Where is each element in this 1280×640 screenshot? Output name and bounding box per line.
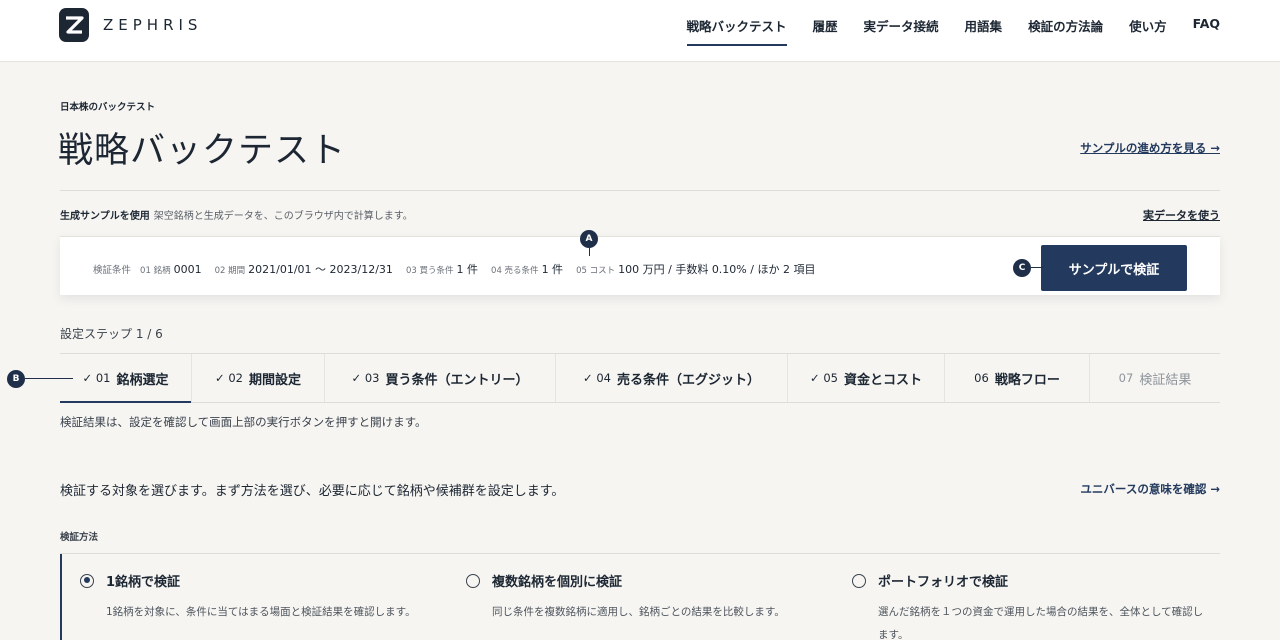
universe-info-link[interactable]: ユニバースの意味を確認 →: [1080, 481, 1220, 497]
radio-icon[interactable]: [852, 573, 866, 588]
method-label: 検証方法: [60, 532, 99, 543]
check-icon: ✓: [810, 371, 820, 385]
main-nav: 戦略バックテスト 履歴 実データ接続 用語集 検証の方法論 使い方 FAQ: [686, 16, 1220, 46]
radio-icon[interactable]: [466, 573, 480, 588]
tab-title: 銘柄選定: [116, 372, 169, 388]
tab-buy-conditions[interactable]: ✓ 03 買う条件（エントリー）: [325, 354, 556, 402]
brand-logo[interactable]: ZEPHRIS: [59, 8, 202, 42]
method-title: 1銘柄で検証: [106, 575, 181, 590]
cond-sell-value: 1 件: [541, 263, 564, 276]
tab-strategy-flow[interactable]: 06 戦略フロー: [945, 354, 1090, 402]
tab-title: 期間設定: [248, 372, 301, 388]
method-multi-stock[interactable]: 複数銘柄を個別に検証 同じ条件を複数銘柄に適用し、銘柄ごとの結果を比較します。: [448, 554, 834, 640]
top-bar: ZEPHRIS 戦略バックテスト 履歴 実データ接続 用語集 検証の方法論 使い…: [0, 0, 1280, 62]
zephris-logo-icon: [59, 8, 89, 42]
nav-howto[interactable]: 使い方: [1129, 16, 1167, 46]
method-body: 1銘柄を対象に、条件に当てはまる場面と検証結果を確認します。: [106, 606, 416, 618]
method-title: ポートフォリオで検証: [878, 575, 1009, 590]
nav-realdata[interactable]: 実データ接続: [864, 16, 939, 46]
check-icon: ✓: [351, 371, 362, 385]
tab-number: 04: [596, 371, 611, 385]
annotation-badge-a: A: [580, 230, 598, 248]
method-body: 選んだ銘柄を１つの資金で運用した場合の結果を、全体として確認します。: [878, 606, 1204, 640]
nav-history[interactable]: 履歴: [813, 16, 838, 46]
data-mode-description: 架空銘柄と生成データを、このブラウザ内で計算します。: [153, 211, 413, 222]
use-real-data-link[interactable]: 実データを使う: [1143, 207, 1220, 223]
conditions-line: 検証条件 01 銘柄 0001 02 期間 2021/01/01 〜 2023/12…: [93, 261, 815, 277]
tab-number: 03: [364, 371, 380, 385]
cond-stock-key: 01 銘柄: [140, 266, 171, 276]
tab-results: 07 検証結果: [1090, 354, 1220, 402]
annotation-badge-c: C: [1013, 259, 1031, 277]
method-single-stock[interactable]: 1銘柄で検証 1銘柄を対象に、条件に当てはまる場面と検証結果を確認します。: [60, 554, 448, 640]
sample-guide-link[interactable]: サンプルの進め方を見る →: [1080, 140, 1220, 156]
annotation-line-c: [1031, 267, 1043, 268]
section-description: 検証する対象を選びます。まず方法を選び、必要に応じて銘柄や候補群を設定します。: [60, 484, 565, 499]
annotation-tick-a: [589, 248, 590, 256]
conditions-title: 検証条件: [93, 265, 132, 276]
cond-buy-value: 1 件: [456, 263, 479, 276]
nav-backtest[interactable]: 戦略バックテスト: [686, 16, 787, 46]
method-portfolio[interactable]: ポートフォリオで検証 選んだ銘柄を１つの資金で運用した場合の結果を、全体として確…: [834, 554, 1220, 640]
tab-number: 07: [1118, 371, 1134, 385]
conditions-summary: 検証条件 01 銘柄 0001 02 期間 2021/01/01 〜 2023/12…: [60, 236, 1220, 295]
tab-title: 資金とコスト: [843, 372, 922, 388]
tab-sell-conditions[interactable]: ✓ 04 売る条件（エグジット）: [556, 354, 788, 402]
cond-period-key: 02 期間: [214, 266, 246, 276]
tab-title: 戦略フロー: [994, 372, 1060, 388]
page-title: 戦略バックテスト: [58, 131, 347, 171]
tab-title: 検証結果: [1139, 372, 1192, 388]
cond-stock-value: 0001: [173, 263, 202, 276]
method-body: 同じ条件を複数銘柄に適用し、銘柄ごとの結果を比較します。: [492, 606, 785, 618]
nav-faq[interactable]: FAQ: [1193, 16, 1220, 46]
nav-methodology[interactable]: 検証の方法論: [1028, 16, 1103, 46]
tab-capital-cost[interactable]: ✓ 05 資金とコスト: [788, 354, 945, 402]
data-mode-label: 生成サンプルを使用: [60, 211, 150, 222]
step-tabs: ✓ 01 銘柄選定 ✓ 02 期間設定 ✓ 03 買う条件（エントリー） ✓ 04 売る…: [60, 353, 1220, 403]
tab-number: 06: [974, 371, 989, 385]
check-icon: ✓: [583, 371, 593, 385]
run-sample-button[interactable]: サンプルで検証: [1041, 245, 1187, 291]
method-options: 1銘柄で検証 1銘柄を対象に、条件に当てはまる場面と検証結果を確認します。 複数…: [60, 553, 1220, 640]
cond-period-value: 2021/01/01 〜 2023/12/31: [248, 263, 393, 276]
tab-title: 買う条件（エントリー）: [385, 372, 529, 388]
divider: [60, 190, 1220, 191]
results-locked-note: 検証結果は、設定を確認して画面上部の実行ボタンを押すと開けます。: [60, 415, 427, 429]
tab-stock-selection[interactable]: ✓ 01 銘柄選定: [60, 354, 192, 403]
nav-glossary[interactable]: 用語集: [965, 16, 1003, 46]
radio-selected-icon[interactable]: [80, 573, 94, 588]
tab-title: 売る条件（エグジット）: [616, 372, 760, 388]
brand-name: ZEPHRIS: [103, 16, 203, 34]
step-progress-label: 設定ステップ 1 / 6: [60, 327, 163, 341]
cond-cost-key: 05 コスト: [576, 266, 616, 276]
page-eyebrow: 日本株のバックテスト: [60, 102, 156, 113]
annotation-badge-b: B: [7, 370, 25, 388]
check-icon: ✓: [215, 371, 225, 385]
tab-number: 05: [823, 371, 838, 385]
tab-number: 01: [95, 371, 111, 385]
data-mode-line: 生成サンプルを使用 架空銘柄と生成データを、このブラウザ内で計算します。: [60, 207, 413, 222]
cond-sell-key: 04 売る条件: [491, 266, 539, 276]
method-title: 複数銘柄を個別に検証: [492, 575, 623, 590]
cond-cost-value: 100 万円 / 手数料 0.10% / ほか 2 項目: [618, 263, 816, 276]
tab-period[interactable]: ✓ 02 期間設定: [192, 354, 325, 402]
tab-number: 02: [228, 371, 243, 385]
cond-buy-key: 03 買う条件: [405, 266, 454, 276]
check-icon: ✓: [82, 371, 93, 385]
